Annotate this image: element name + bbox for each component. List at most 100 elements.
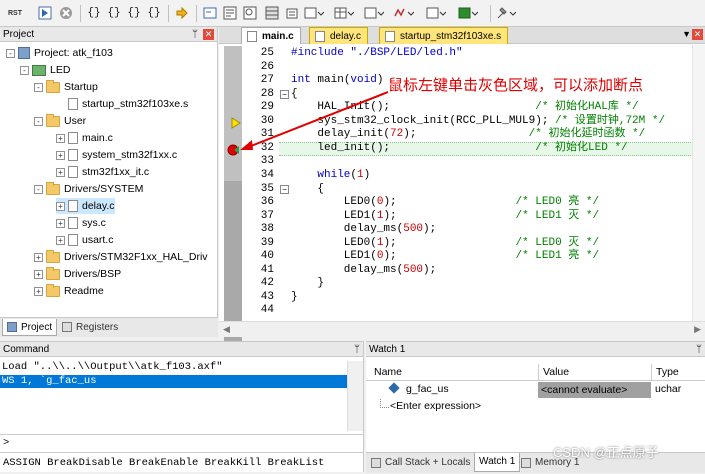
pin-icon[interactable]: ᛘ (354, 342, 360, 357)
line-number: 44 (260, 304, 274, 317)
analysis-window-icon[interactable] (392, 3, 416, 23)
command-window-icon[interactable] (200, 3, 220, 23)
code-line[interactable]: } (291, 291, 298, 304)
column-name[interactable]: Name (374, 366, 402, 378)
column-value[interactable]: Value (538, 364, 569, 381)
close-editor-icon[interactable]: ✕ (692, 29, 703, 40)
tree-node[interactable]: - Drivers/SYSTEM (34, 181, 143, 197)
code-token: ); (383, 250, 516, 263)
tab-project[interactable]: Project (2, 319, 58, 336)
code-line[interactable]: } (291, 277, 324, 290)
tab-watch-1[interactable]: Watch 1 (474, 453, 521, 472)
expand-icon[interactable]: + (56, 167, 65, 177)
code-line[interactable]: delay_ms(500); (291, 223, 436, 236)
code-line[interactable]: LED1(1); /* LED1 灭 */ (291, 210, 599, 223)
code-line[interactable]: #include "./BSP/LED/led.h" (291, 47, 463, 60)
code-line[interactable]: LED0(0); /* LED0 亮 */ (291, 196, 599, 209)
tree-node[interactable]: - LED (20, 62, 70, 78)
run-to-cursor-icon[interactable]: {} (144, 3, 164, 23)
tab-registers[interactable]: Registers (58, 319, 122, 336)
rst-icon[interactable]: RST (5, 3, 25, 23)
close-icon[interactable]: ✕ (203, 29, 214, 40)
line-number: 43 (260, 290, 274, 303)
disassembly-window-icon[interactable] (220, 3, 240, 23)
tab-startup-s[interactable]: startup_stm32f103xe.s (379, 27, 509, 44)
tree-node[interactable]: + Drivers/STM32F1xx_HAL_Driv (34, 249, 208, 265)
code-line[interactable]: LED0(1); /* LED0 灭 */ (291, 237, 599, 250)
expand-icon[interactable]: + (56, 201, 65, 211)
scroll-right-icon[interactable]: ▶ (694, 324, 701, 335)
code-line[interactable]: delay_ms(500); (291, 264, 436, 277)
expand-icon[interactable]: + (56, 218, 65, 228)
expand-icon[interactable]: + (56, 133, 65, 143)
pin-icon[interactable]: ᛘ (696, 342, 702, 357)
expand-icon[interactable]: + (56, 150, 65, 160)
tree-node[interactable]: + delay.c (56, 198, 115, 214)
stop-icon[interactable] (56, 3, 76, 23)
column-type[interactable]: Type (651, 364, 679, 381)
pin-icon[interactable]: ᛘ (192, 27, 198, 42)
collapse-icon[interactable]: - (34, 116, 43, 126)
tree-node-label: system_stm32f1xx.c (82, 149, 178, 161)
run-icon[interactable] (35, 3, 55, 23)
watch-row[interactable]: g_fac_us <cannot evaluate> uchar (366, 382, 705, 398)
trace-window-icon[interactable] (424, 3, 448, 23)
tree-node-label: Drivers/STM32F1xx_HAL_Driv (64, 251, 208, 263)
command-scrollbar[interactable] (347, 361, 363, 431)
serial-window-icon[interactable] (362, 3, 386, 23)
tree-node[interactable]: startup_stm32f103xe.s (56, 96, 188, 112)
tree-node[interactable]: + sys.c (56, 215, 106, 231)
expand-icon[interactable]: + (56, 235, 65, 245)
tab-main-c[interactable]: main.c (241, 27, 301, 44)
tab-delay-c[interactable]: delay.c (309, 27, 368, 44)
tab-list-icon[interactable]: ▼ (682, 29, 691, 39)
tree-node[interactable]: + usart.c (56, 232, 114, 248)
tree-node[interactable]: + Drivers/BSP (34, 266, 121, 282)
file-icon (385, 31, 395, 42)
step-out-icon[interactable]: {} (124, 3, 144, 23)
expand-icon[interactable]: + (34, 252, 43, 262)
collapse-icon[interactable]: - (6, 48, 15, 58)
code-line[interactable]: int main(void) (291, 74, 383, 87)
collapse-icon[interactable]: - (20, 65, 29, 75)
command-input[interactable]: > (0, 434, 363, 451)
tree-node-label: Readme (64, 285, 104, 297)
tree-node-label: User (64, 115, 87, 127)
tree-node[interactable]: - Project: atk_f103 (6, 45, 113, 61)
watermark: CSDN @正点原子 (553, 445, 659, 460)
tree-node[interactable]: - Startup (34, 79, 98, 95)
watch-window-icon[interactable] (302, 3, 326, 23)
symbols-window-icon[interactable] (240, 3, 260, 23)
memory-window-icon[interactable] (332, 3, 356, 23)
line-number: 25 (260, 47, 274, 59)
tree-node[interactable]: + system_stm32f1xx.c (56, 147, 177, 163)
scroll-left-icon[interactable]: ◀ (223, 324, 230, 335)
code-line[interactable]: LED1(0); /* LED1 亮 */ (291, 250, 599, 263)
registers-window-icon[interactable] (262, 3, 282, 23)
system-viewer-icon[interactable] (456, 3, 480, 23)
code-line[interactable]: { (291, 183, 324, 196)
toolbox-icon[interactable] (494, 3, 518, 23)
fold-icon[interactable]: − (280, 184, 289, 194)
vertical-scrollbar[interactable] (692, 45, 705, 321)
tree-node[interactable]: + main.c (56, 130, 113, 146)
step-into-icon[interactable]: {} (84, 3, 104, 23)
call-stack-window-icon[interactable] (282, 3, 302, 23)
expand-icon[interactable]: + (34, 286, 43, 296)
code-line[interactable]: while(1) (291, 169, 370, 182)
line-number: 41 (260, 263, 274, 276)
command-output-line: Load "..\\..\\Output\\atk_f103.axf" (2, 361, 223, 373)
horizontal-scrollbar[interactable]: ◀ ▶ (219, 321, 705, 337)
collapse-icon[interactable]: - (34, 82, 43, 92)
tree-node[interactable]: + Readme (34, 283, 104, 299)
watch-row-new[interactable]: <Enter expression> (366, 399, 705, 415)
expand-icon[interactable]: + (34, 269, 43, 279)
collapse-icon[interactable]: - (34, 184, 43, 194)
tree-node[interactable]: + stm32f1xx_it.c (56, 164, 149, 180)
tree-node[interactable]: - User (34, 113, 86, 129)
step-over-icon[interactable]: {} (104, 3, 124, 23)
show-next-statement-icon[interactable] (172, 3, 192, 23)
code-token: ); (383, 209, 516, 222)
code-token: /* LED1 亮 */ (515, 250, 600, 263)
tab-call-stack-locals[interactable]: Call Stack + Locals (368, 454, 474, 472)
